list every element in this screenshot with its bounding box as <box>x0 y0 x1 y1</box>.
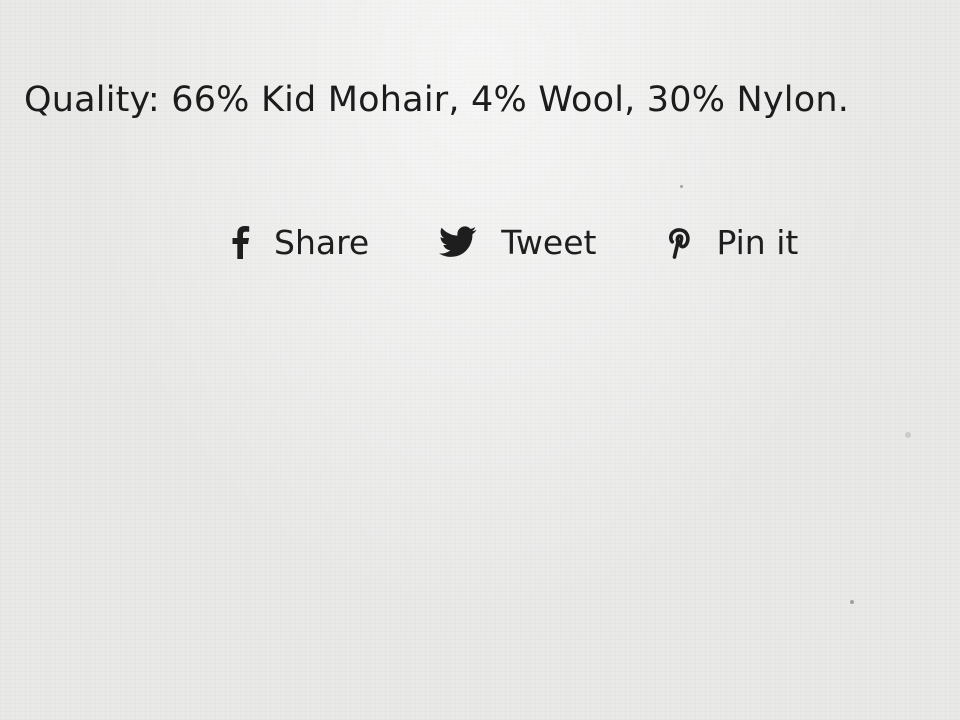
facebook-icon <box>230 225 250 259</box>
pin-it-label: Pin it <box>716 222 799 262</box>
tweet-label: Tweet <box>501 222 597 262</box>
product-details: Quality: 66% Kid Mohair, 4% Wool, 30% Ny… <box>24 80 954 120</box>
social-share-bar: Share Tweet Pin it <box>230 218 798 266</box>
facebook-share-button[interactable]: Share <box>230 223 369 262</box>
screen-speck <box>905 432 911 438</box>
share-label: Share <box>274 222 370 262</box>
pinterest-pin-button[interactable]: Pin it <box>666 223 798 262</box>
twitter-tweet-button[interactable]: Tweet <box>439 223 596 262</box>
screen-speck <box>680 185 683 188</box>
twitter-icon <box>439 226 477 258</box>
product-quality-text: Quality: 66% Kid Mohair, 4% Wool, 30% Ny… <box>24 80 850 120</box>
pinterest-icon <box>666 225 692 259</box>
screen-speck <box>850 600 854 604</box>
